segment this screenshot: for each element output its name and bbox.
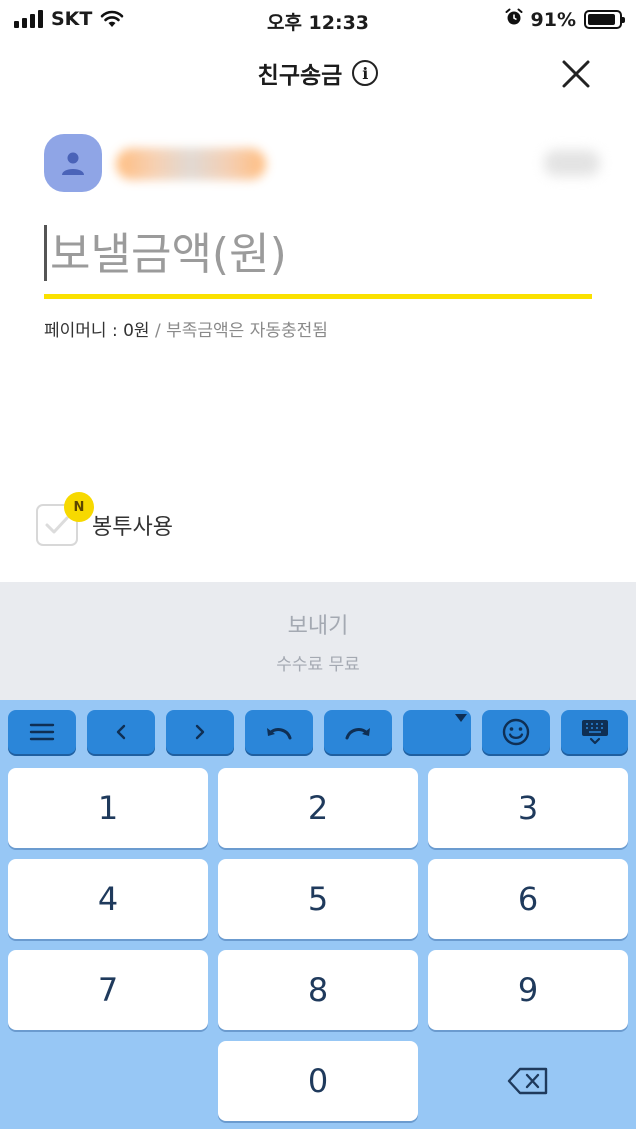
send-button[interactable]: 보내기 수수료 무료 [0, 582, 636, 700]
auto-charge-note: / 부족금액은 자동충전됨 [149, 321, 328, 341]
hide-keyboard-button[interactable] [561, 710, 628, 754]
cursor-right-button[interactable] [166, 710, 234, 754]
numeric-keyboard: 1 2 3 4 5 6 7 8 9 0 [0, 700, 636, 1129]
key-1[interactable]: 1 [8, 768, 208, 848]
key-9[interactable]: 9 [428, 950, 628, 1030]
envelope-label: 봉투사용 [92, 515, 173, 540]
info-icon[interactable]: i [352, 60, 379, 86]
close-icon [562, 60, 590, 88]
chevron-right-icon [195, 724, 205, 740]
redo-icon [345, 728, 370, 740]
recipient-row [44, 134, 604, 194]
key-6[interactable]: 6 [428, 859, 628, 939]
amount-input[interactable] [50, 219, 590, 289]
cursor-left-button[interactable] [87, 710, 155, 754]
header: 친구송금 i [0, 44, 636, 104]
envelope-toggle[interactable]: N 봉투사용 [36, 492, 173, 546]
page-title: 친구송금 [257, 63, 343, 89]
battery-percent: 91% [530, 8, 576, 31]
alarm-icon [505, 8, 523, 31]
amount-field[interactable] [44, 215, 592, 299]
menu-icon [29, 723, 55, 741]
options-dropdown-button[interactable] [403, 710, 471, 754]
emoji-icon [502, 718, 530, 746]
undo-icon [267, 728, 292, 740]
send-label: 보내기 [287, 614, 349, 639]
key-2[interactable]: 2 [218, 768, 418, 848]
keyboard-toolbar [8, 710, 628, 754]
key-0[interactable]: 0 [218, 1041, 418, 1121]
backspace-key[interactable] [428, 1041, 628, 1121]
undo-button[interactable] [245, 710, 313, 754]
key-4[interactable]: 4 [8, 859, 208, 939]
fee-label: 수수료 무료 [276, 655, 360, 675]
status-right: 91% [505, 8, 625, 31]
battery-icon [584, 10, 625, 29]
person-icon [62, 152, 84, 175]
battery-fill [588, 14, 616, 25]
envelope-checkbox[interactable]: N [36, 492, 94, 546]
keyboard-hide-icon [581, 720, 608, 745]
backspace-icon [507, 1067, 548, 1095]
title-wrap: 친구송금 i [0, 56, 636, 90]
text-cursor [44, 225, 47, 281]
key-blank [8, 1041, 208, 1121]
redo-button[interactable] [324, 710, 392, 754]
menu-button[interactable] [8, 710, 76, 754]
key-3[interactable]: 3 [428, 768, 628, 848]
new-badge: N [64, 492, 94, 522]
check-icon [45, 516, 69, 534]
pay-money-balance: 페이머니 : 0원 [44, 321, 150, 341]
recipient-name-blurred [116, 148, 266, 180]
emoji-button[interactable] [482, 710, 550, 754]
avatar [44, 134, 102, 192]
close-button[interactable] [556, 54, 596, 94]
key-8[interactable]: 8 [218, 950, 418, 1030]
status-bar: SKT 오후 12:33 91% [0, 0, 636, 40]
key-5[interactable]: 5 [218, 859, 418, 939]
balance-line: 페이머니 : 0원 / 부족금액은 자동충전됨 [44, 316, 328, 341]
key-7[interactable]: 7 [8, 950, 208, 1030]
chevron-left-icon [116, 724, 126, 740]
recipient-info-blurred [544, 150, 600, 176]
